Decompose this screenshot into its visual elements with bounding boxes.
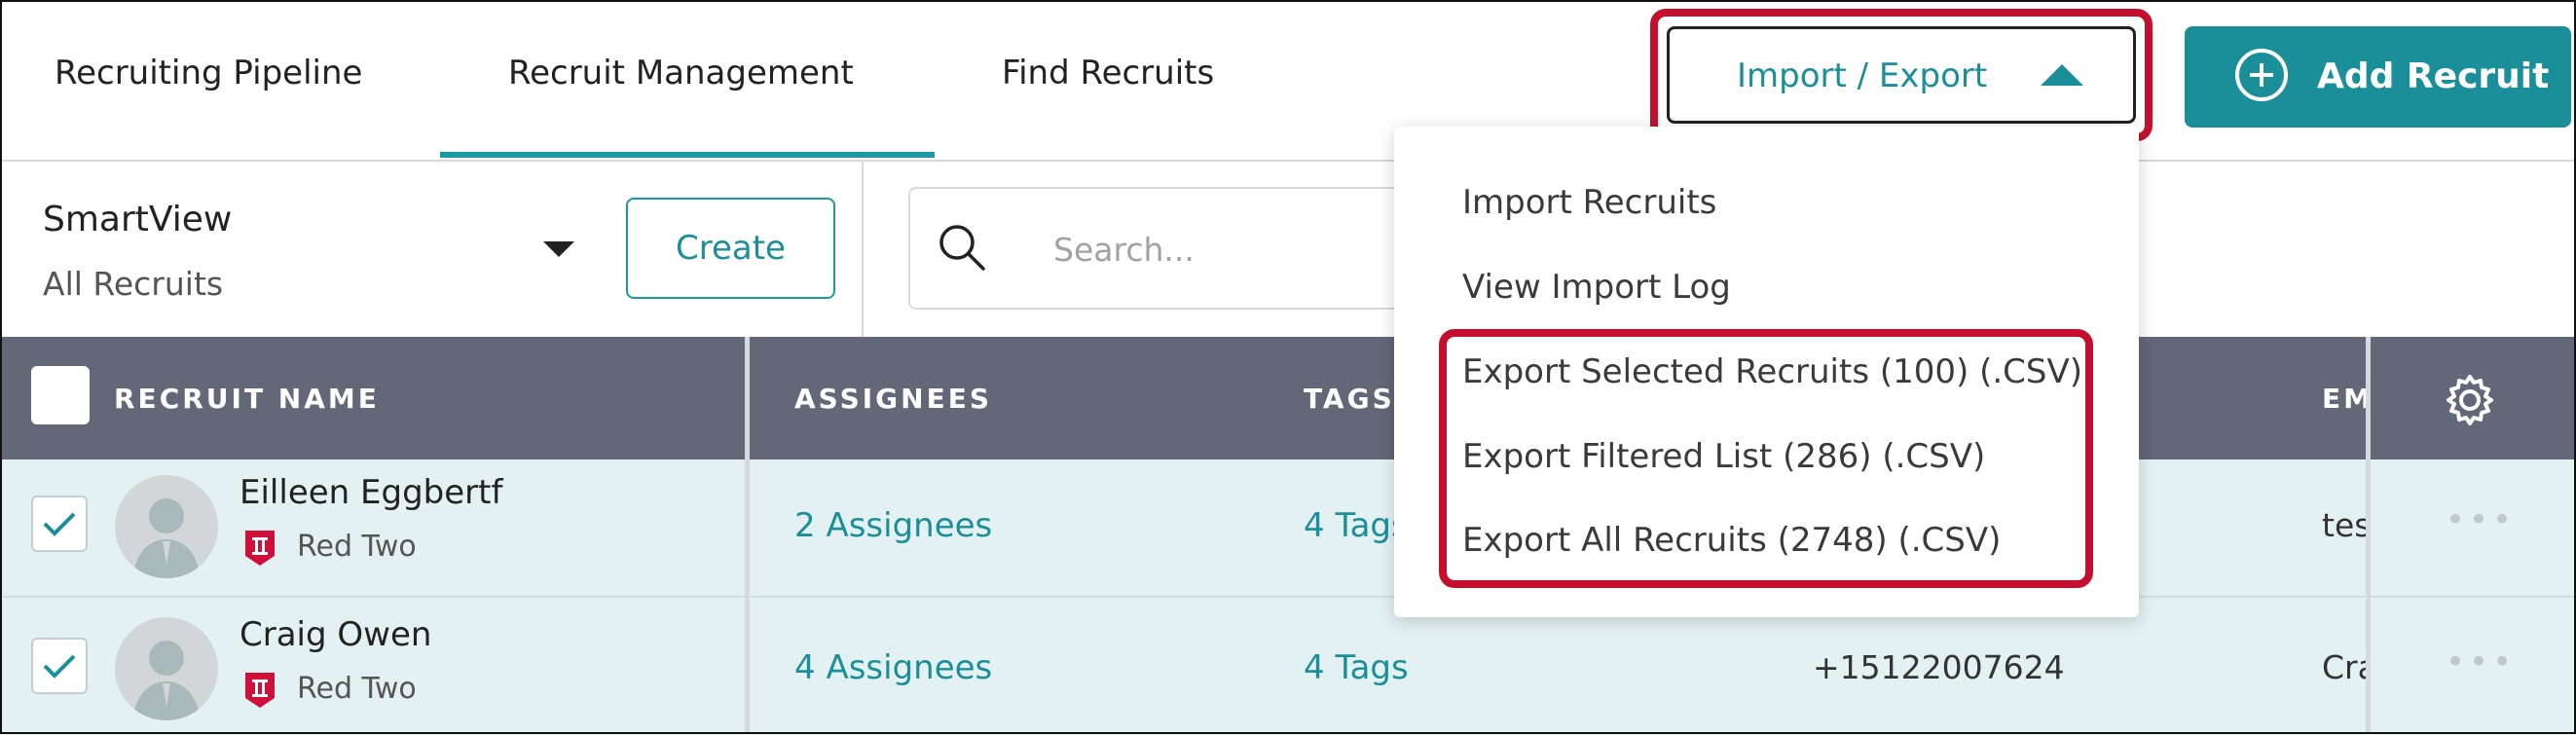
screenshot-border xyxy=(0,0,2576,734)
